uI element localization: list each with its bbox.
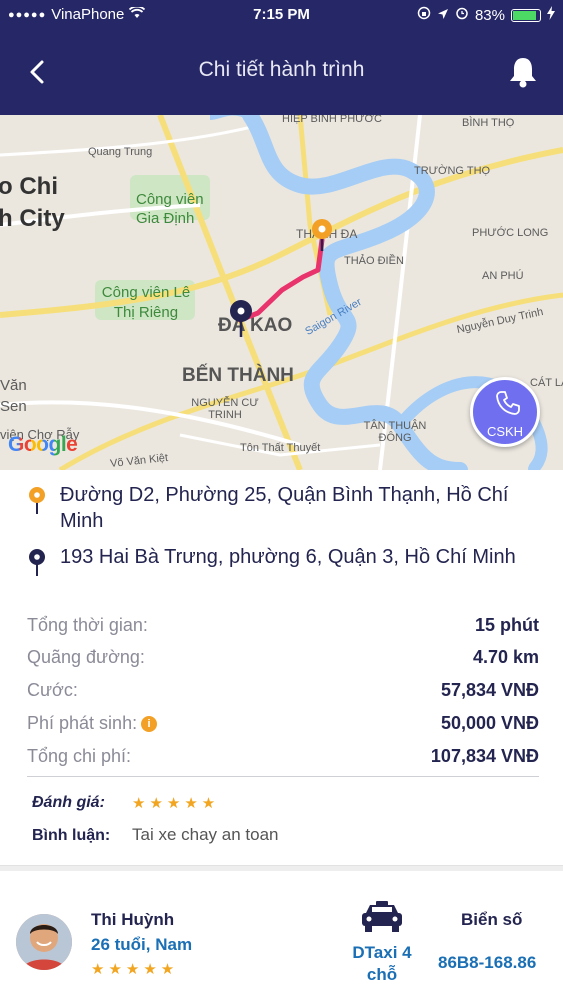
orientation-lock-icon xyxy=(417,6,431,24)
google-logo-text: Google xyxy=(8,433,78,456)
battery-percent: 83% xyxy=(474,6,505,24)
page-title: Chi tiết hành trình xyxy=(198,58,365,81)
summary-row-total: Tổng chi phí: 107,834 VNĐ xyxy=(27,746,539,770)
summary-label: Cước: xyxy=(27,680,78,700)
comment-text: Tai xe chay an toan xyxy=(132,825,279,844)
alarm-icon xyxy=(455,6,469,24)
summary-row-extra-fee: Phí phát sinh: i 50,000 VNĐ xyxy=(27,713,539,737)
customer-support-button[interactable]: CSKH xyxy=(470,377,540,447)
summary-value: 4.70 km xyxy=(472,647,539,667)
summary-label: Tổng thời gian: xyxy=(27,615,148,635)
summary-label-with-info: Phí phát sinh: i xyxy=(27,713,158,734)
summary-label: Phí phát sinh: xyxy=(27,713,138,733)
pickup-address: Đường D2, Phường 25, Quận Bình Thạnh, Hồ… xyxy=(28,482,548,538)
summary-row-distance: Quãng đường: 4.70 km xyxy=(27,647,539,671)
status-bar: ●●●●● VinaPhone 7:15 PM 83% xyxy=(0,0,563,30)
summary-label: Quãng đường: xyxy=(27,647,145,667)
route-map[interactable]: HIỆP BÌNH PHƯỚC BÌNH THỌ TRƯỜNG THỌ Quan… xyxy=(0,115,563,470)
bell-icon xyxy=(510,58,536,88)
plate-number: 86B8-168.86 xyxy=(438,953,537,972)
comment-label: Bình luận: xyxy=(32,827,111,844)
section-separator xyxy=(0,865,563,871)
driver-name: Thi Huỳnh xyxy=(91,910,175,929)
plate-label: Biển số xyxy=(461,910,523,929)
rating-stars: ★★★★★ xyxy=(132,795,220,812)
pickup-address-text: Đường D2, Phường 25, Quận Bình Thạnh, Hồ… xyxy=(60,484,509,532)
summary-divider xyxy=(27,776,539,777)
summary-row-duration: Tổng thời gian: 15 phút xyxy=(27,615,539,639)
notifications-button[interactable] xyxy=(507,54,539,90)
summary-row-fare: Cước: 57,834 VNĐ xyxy=(27,680,539,704)
battery-icon xyxy=(511,8,541,22)
taxi-icon xyxy=(362,901,402,932)
status-right: 83% xyxy=(417,6,555,24)
location-icon xyxy=(437,7,449,24)
nav-bar: Chi tiết hành trình xyxy=(0,30,563,115)
dropoff-address: 193 Hai Bà Trưng, phường 6, Quận 3, Hồ C… xyxy=(28,544,548,600)
driver-avatar[interactable] xyxy=(16,914,72,970)
summary-label: Tổng chi phí: xyxy=(27,746,132,766)
info-icon[interactable]: i xyxy=(141,716,158,732)
summary-value: 107,834 VNĐ xyxy=(430,746,539,766)
rating-row: Đánh giá: ★★★★★ xyxy=(32,794,215,816)
avatar-image xyxy=(16,914,72,970)
google-logo: Google xyxy=(8,433,78,457)
phone-icon xyxy=(496,391,520,415)
rating-label: Đánh giá: xyxy=(32,794,105,811)
vehicle-type: DTaxi 4 chỗ xyxy=(352,943,412,984)
driver-info: 26 tuổi, Nam xyxy=(91,935,193,954)
customer-support-label: CSKH xyxy=(486,424,524,439)
summary-value: 57,834 VNĐ xyxy=(440,680,539,700)
pickup-pin-icon xyxy=(29,487,45,514)
pickup-map-pin-icon[interactable] xyxy=(309,217,335,253)
dropoff-address-text: 193 Hai Bà Trưng, phường 6, Quận 3, Hồ C… xyxy=(60,546,516,568)
comment-row: Bình luận: Tai xe chay an toan xyxy=(32,825,278,847)
summary-value: 15 phút xyxy=(474,615,539,635)
driver-rating-stars: ★★★★★ xyxy=(91,961,179,978)
dropoff-map-pin-icon[interactable] xyxy=(228,299,254,339)
charging-icon xyxy=(547,6,555,24)
dropoff-pin-icon xyxy=(29,549,45,576)
summary-value: 50,000 VNĐ xyxy=(440,713,539,733)
